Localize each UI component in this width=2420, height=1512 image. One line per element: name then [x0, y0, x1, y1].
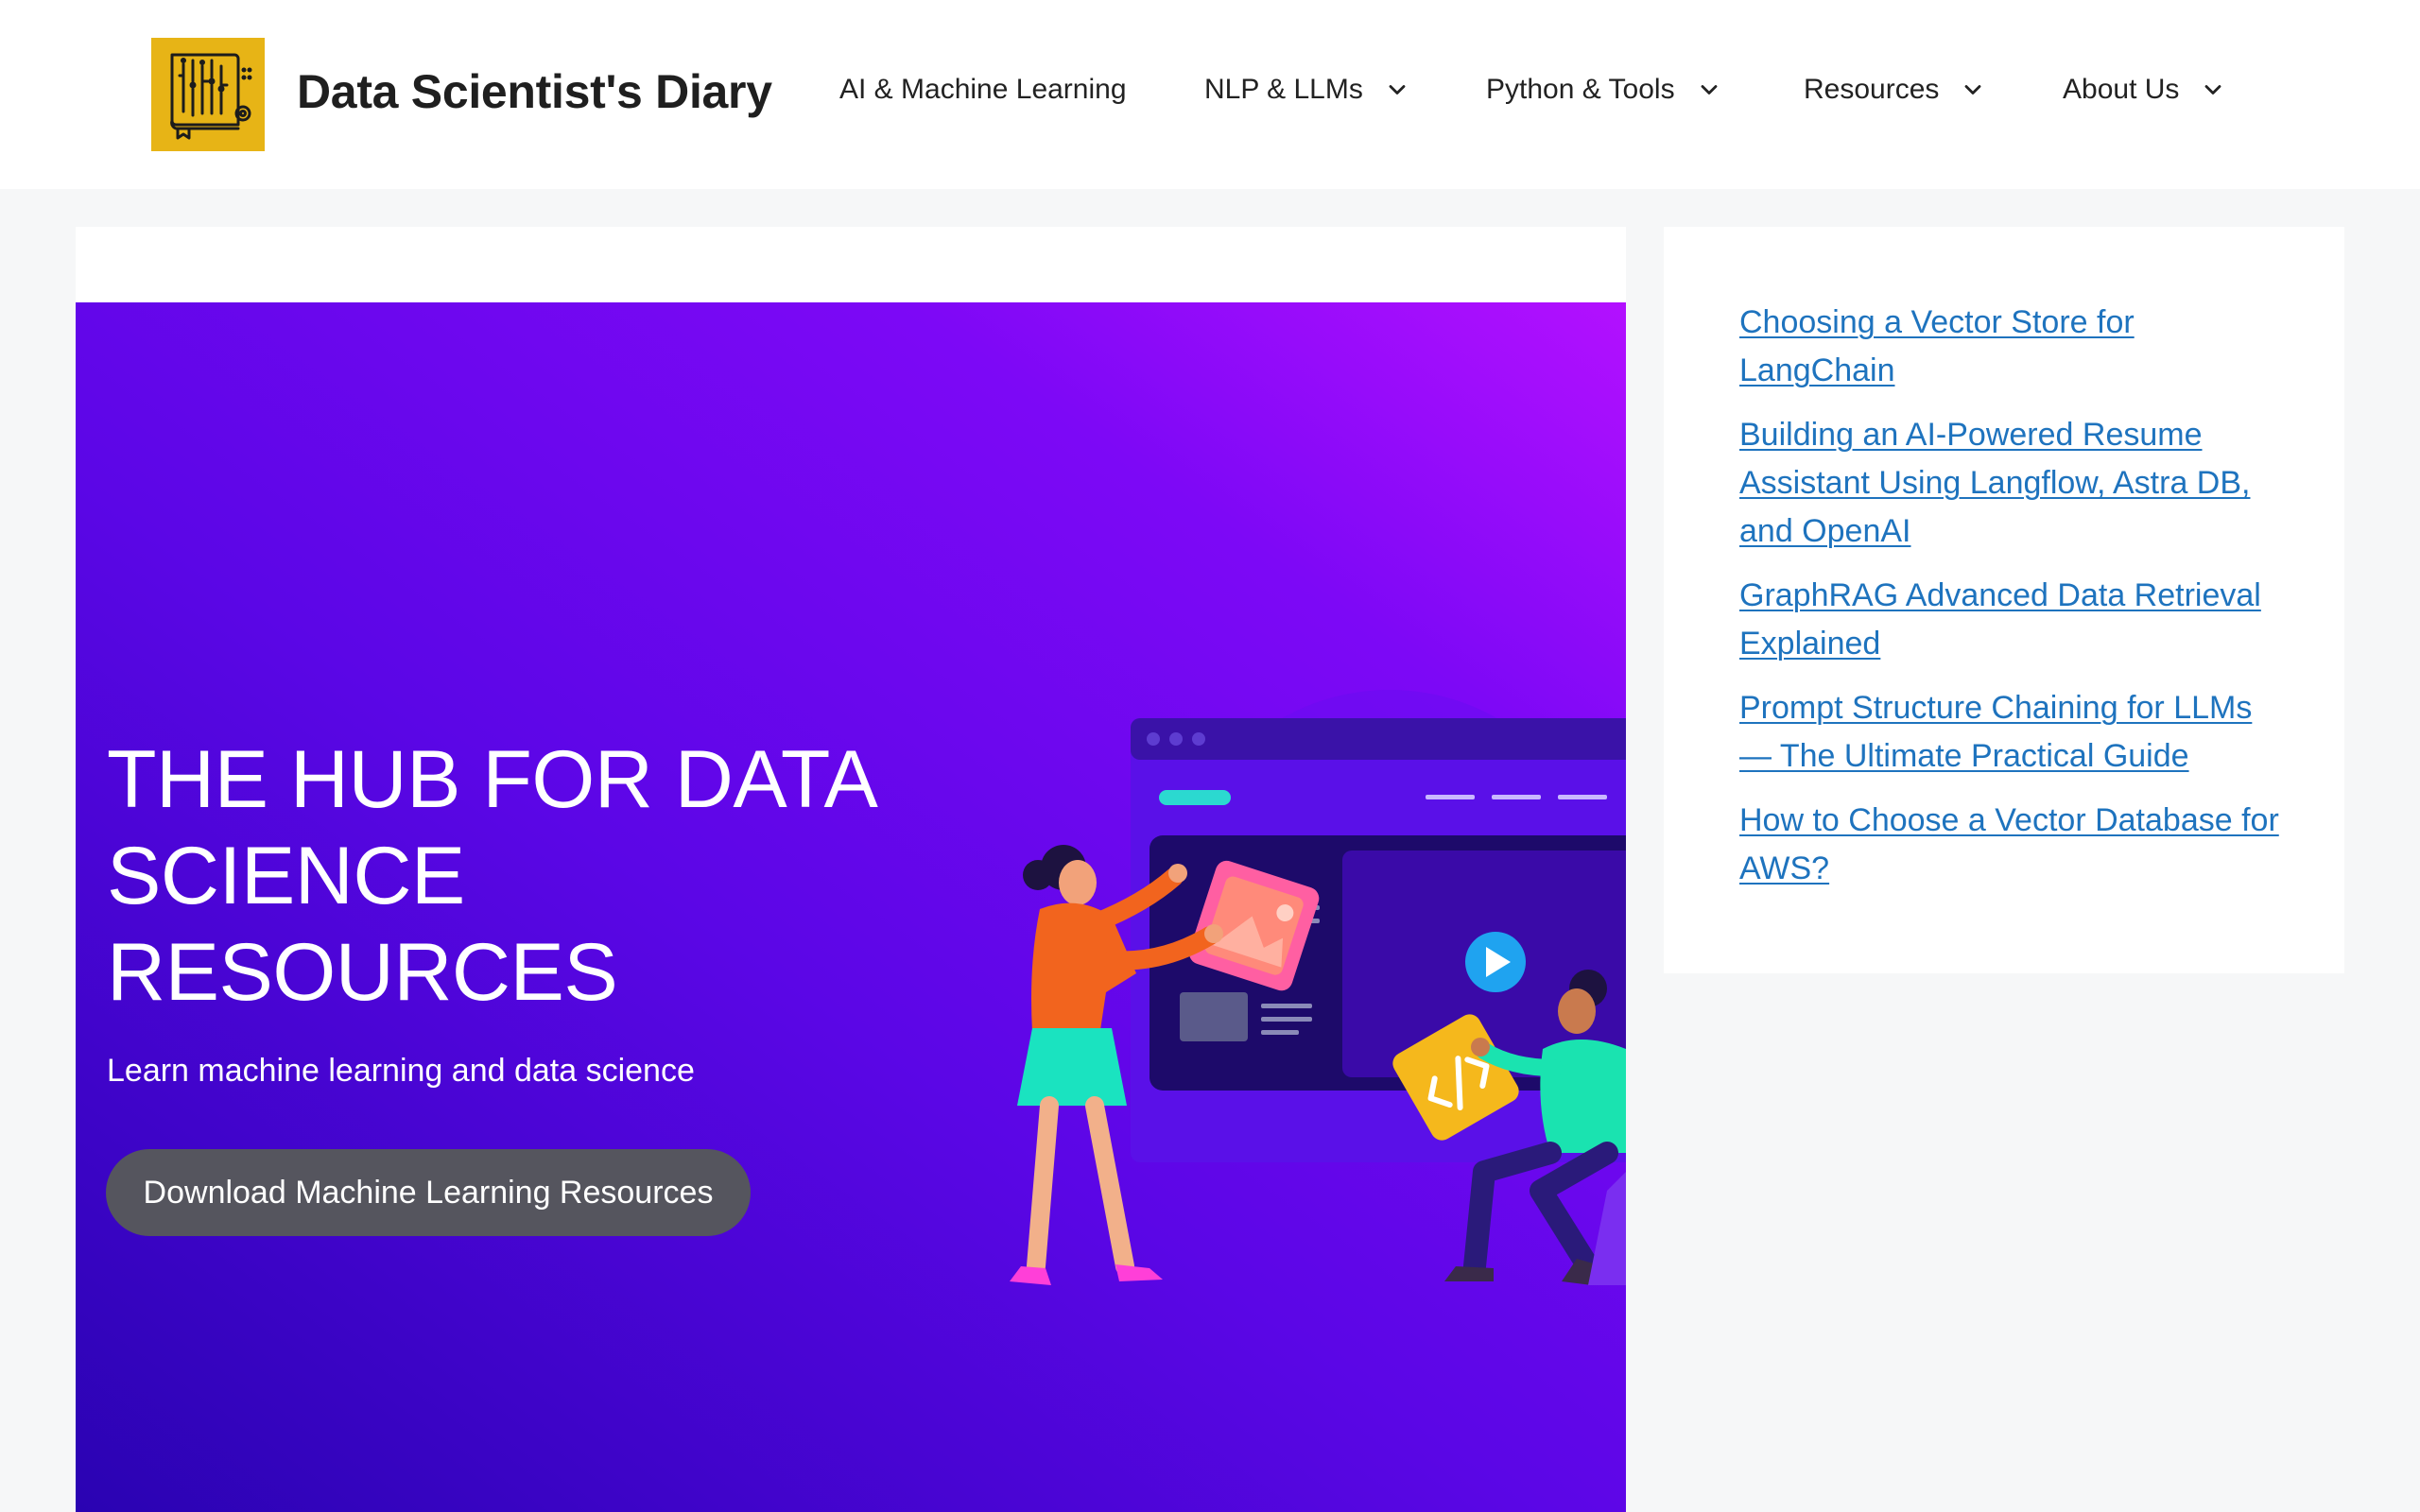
list-item: Choosing a Vector Store for LangChain: [1739, 299, 2288, 395]
download-resources-button[interactable]: Download Machine Learning Resources: [106, 1149, 751, 1236]
post-link[interactable]: Building an AI-Powered Resume Assistant …: [1739, 417, 2250, 549]
chevron-down-icon: [1384, 77, 1410, 103]
site-logo[interactable]: [151, 38, 265, 151]
site-header: Data Scientist's Diary AI & Machine Lear…: [0, 0, 2420, 189]
circuit-book-icon: [151, 38, 265, 151]
nav-item-label: Resources: [1804, 74, 1940, 105]
nav-item-resources[interactable]: Resources: [1804, 74, 1986, 106]
list-item: GraphRAG Advanced Data Retrieval Explain…: [1739, 572, 2288, 668]
recent-posts-list: Choosing a Vector Store for LangChain Bu…: [1739, 299, 2288, 909]
hero-subtitle: Learn machine learning and data science: [107, 1053, 695, 1089]
list-item: Prompt Structure Chaining for LLMs — The…: [1739, 684, 2288, 781]
post-link[interactable]: Choosing a Vector Store for LangChain: [1739, 304, 2135, 388]
nav-item-label: AI & Machine Learning: [839, 74, 1127, 105]
chevron-down-icon: [1960, 77, 1986, 103]
nav-item-label: Python & Tools: [1486, 74, 1675, 105]
hero-title: THE HUB FOR DATA SCIENCE RESOURCES: [107, 734, 873, 1018]
chevron-down-icon: [1696, 77, 1722, 103]
chevron-down-icon: [2200, 77, 2226, 103]
nav-item-about-us[interactable]: About Us: [2063, 74, 2226, 106]
sidebar-recent-posts: Choosing a Vector Store for LangChain Bu…: [1664, 227, 2344, 973]
nav-item-ai-machine-learning[interactable]: AI & Machine Learning: [839, 74, 1127, 106]
hero-illustration: [1010, 690, 1626, 1285]
nav-item-nlp-llms[interactable]: NLP & LLMs: [1204, 74, 1410, 106]
list-item: How to Choose a Vector Database for AWS?: [1739, 797, 2288, 893]
nav-item-label: About Us: [2063, 74, 2180, 105]
post-link[interactable]: How to Choose a Vector Database for AWS?: [1739, 802, 2279, 886]
post-link[interactable]: GraphRAG Advanced Data Retrieval Explain…: [1739, 577, 2261, 662]
nav-item-python-tools[interactable]: Python & Tools: [1486, 74, 1722, 106]
site-title[interactable]: Data Scientist's Diary: [297, 64, 772, 119]
nav-item-label: NLP & LLMs: [1204, 74, 1363, 105]
post-link[interactable]: Prompt Structure Chaining for LLMs — The…: [1739, 690, 2252, 774]
hero-banner: THE HUB FOR DATA SCIENCE RESOURCES Learn…: [76, 302, 1626, 1512]
list-item: Building an AI-Powered Resume Assistant …: [1739, 411, 2288, 556]
